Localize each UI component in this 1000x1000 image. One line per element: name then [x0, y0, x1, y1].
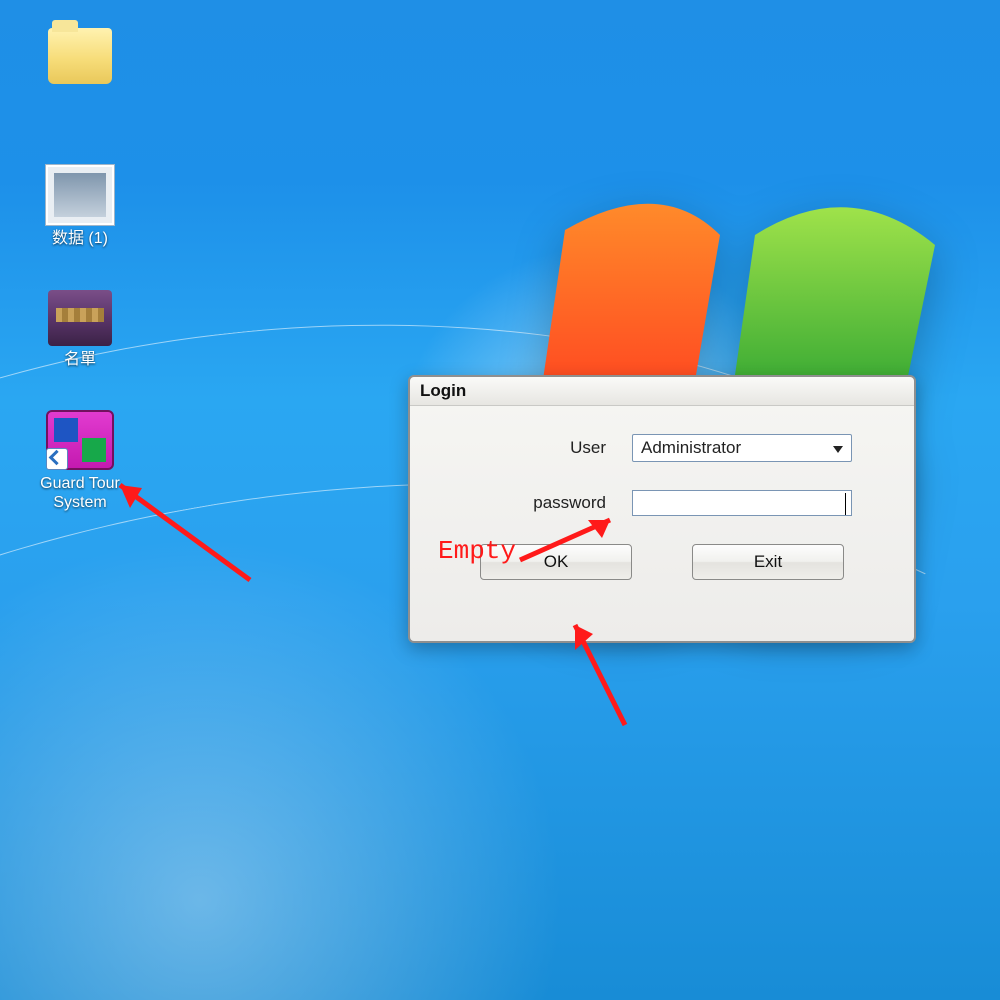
- user-dropdown-value: Administrator: [641, 438, 741, 458]
- desktop-icon-archive[interactable]: 名單: [20, 290, 140, 369]
- desktop: 数据 (1) 名單 Guard Tour System Login User A…: [0, 0, 1000, 1000]
- folder-icon: [48, 28, 112, 84]
- user-dropdown[interactable]: Administrator: [632, 434, 852, 462]
- password-field[interactable]: [632, 490, 852, 516]
- annotation-empty-label: Empty: [438, 536, 516, 566]
- shortcut-thumbnail-icon: [46, 165, 114, 225]
- shortcut-arrow-icon: [46, 448, 68, 470]
- guard-tour-app-icon: [46, 410, 114, 470]
- desktop-icon-guard-tour-system[interactable]: Guard Tour System: [20, 410, 140, 512]
- login-dialog: Login User Administrator password OK Exi…: [408, 375, 916, 643]
- desktop-icon-label: 名單: [20, 350, 140, 369]
- password-row: password: [436, 490, 888, 516]
- dialog-title: Login: [410, 377, 914, 406]
- desktop-icon-data[interactable]: 数据 (1): [20, 165, 140, 248]
- text-caret: [845, 493, 846, 515]
- user-label: User: [436, 438, 632, 458]
- exit-button[interactable]: Exit: [692, 544, 844, 580]
- desktop-icon-label: Guard Tour System: [20, 474, 140, 512]
- archive-icon: [48, 290, 112, 346]
- password-label: password: [436, 493, 632, 513]
- desktop-icon-folder[interactable]: [20, 28, 140, 88]
- user-row: User Administrator: [436, 434, 888, 462]
- desktop-icon-label: 数据 (1): [20, 229, 140, 248]
